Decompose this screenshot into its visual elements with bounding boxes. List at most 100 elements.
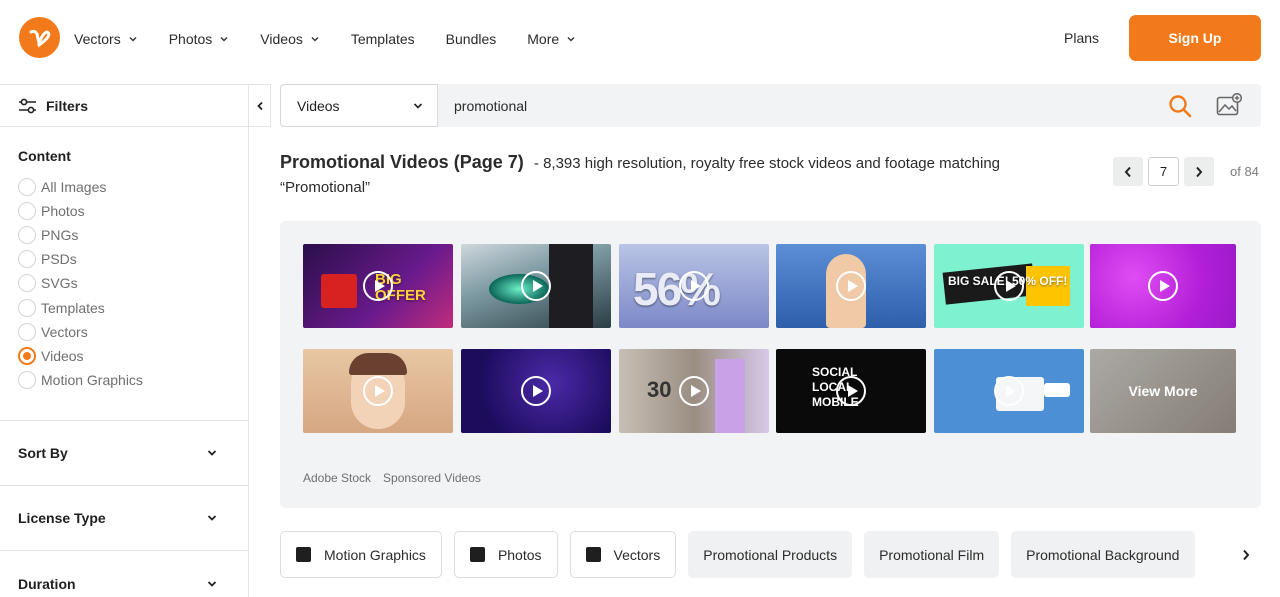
nav-templates[interactable]: Templates	[351, 31, 415, 47]
thumb-caption: 30	[647, 377, 672, 402]
filters-label: Filters	[46, 97, 89, 114]
main-nav: Vectors Photos Videos Templates Bundles …	[74, 0, 607, 77]
dress-image	[715, 359, 745, 433]
nav-vectors[interactable]: Vectors	[74, 31, 138, 47]
radio-button[interactable]	[18, 250, 36, 269]
search-type-select[interactable]: Videos	[280, 84, 438, 127]
chevron-down-icon	[413, 102, 423, 109]
sponsored-panel: BIG OFFER 56% BIG SALE! 50% OFF! 30 SOCI…	[280, 221, 1261, 508]
filters-header[interactable]: Filters	[0, 84, 248, 127]
chips-scroll-right-button[interactable]	[1232, 544, 1260, 566]
radio-photos[interactable]: Photos	[18, 199, 248, 223]
results-query: “Promotional”	[280, 179, 371, 196]
video-thumbnail[interactable]: BIG SALE! 50% OFF!	[934, 244, 1084, 328]
results-subtitle: - 8,393 high resolution, royalty free st…	[533, 155, 1001, 172]
chip-promotional-products[interactable]: Promotional Products	[688, 531, 853, 578]
license-type-label: License Type	[18, 510, 106, 526]
play-icon	[363, 376, 393, 406]
video-thumbnail[interactable]	[303, 349, 453, 433]
radio-button[interactable]	[18, 202, 36, 221]
radio-svgs[interactable]: SVGs	[18, 271, 248, 295]
radio-button[interactable]	[18, 274, 36, 293]
play-icon	[1148, 271, 1178, 301]
hair-image	[349, 353, 407, 375]
vecteezy-logo-icon[interactable]	[19, 17, 60, 58]
radio-button[interactable]	[18, 322, 36, 341]
source-label[interactable]: Adobe Stock	[303, 471, 371, 485]
chevron-down-icon	[129, 36, 137, 41]
content-filter-title: Content	[18, 148, 71, 164]
sort-by-label: Sort By	[18, 445, 68, 461]
search-type-value: Videos	[297, 97, 340, 114]
view-more-tile[interactable]: View More	[1090, 349, 1236, 433]
page-title: Promotional Videos (Page 7)	[280, 152, 524, 172]
sponsored-footer: Adobe Stock Sponsored Videos	[303, 471, 481, 485]
nav-videos[interactable]: Videos	[260, 31, 320, 47]
radio-pngs[interactable]: PNGs	[18, 223, 248, 247]
chevron-down-icon	[567, 36, 575, 41]
play-icon	[836, 376, 866, 406]
nav-photos[interactable]: Photos	[169, 31, 230, 47]
search-input[interactable]: promotional	[454, 98, 527, 114]
collapse-sidebar-button[interactable]	[249, 84, 271, 127]
video-thumbnail[interactable]	[461, 244, 611, 328]
video-thumbnail[interactable]	[1090, 244, 1236, 328]
video-thumbnail[interactable]: SOCIAL LOCAL MOBILE	[776, 349, 926, 433]
sponsored-label: Sponsored Videos	[383, 471, 481, 485]
chip-vectors[interactable]: Vectors	[569, 531, 677, 578]
play-icon	[679, 271, 709, 301]
video-thumbnail[interactable]	[776, 244, 926, 328]
chip-photos[interactable]: Photos	[453, 531, 558, 578]
radio-all-images[interactable]: All Images	[18, 175, 248, 199]
gift-image	[321, 274, 357, 308]
plans-link[interactable]: Plans	[1064, 30, 1099, 46]
video-thumbnail[interactable]	[934, 349, 1084, 433]
pagination: 7 of 84	[1113, 157, 1259, 186]
chevron-right-icon	[1196, 166, 1203, 177]
chip-promotional-film[interactable]: Promotional Film	[864, 531, 1000, 578]
results-heading: Promotional Videos (Page 7) - 8,393 high…	[280, 150, 1080, 200]
video-thumbnail[interactable]: 56%	[619, 244, 769, 328]
search-bar: Videos promotional	[280, 84, 1261, 127]
signup-button[interactable]: Sign Up	[1129, 15, 1261, 61]
radio-button[interactable]	[18, 226, 36, 245]
radio-button[interactable]	[18, 298, 36, 317]
play-icon	[836, 271, 866, 301]
nav-bundles[interactable]: Bundles	[446, 31, 497, 47]
chip-motion-graphics[interactable]: Motion Graphics	[280, 531, 442, 578]
play-icon	[363, 271, 393, 301]
duration-section[interactable]: Duration	[0, 550, 249, 597]
image-search-icon[interactable]	[1216, 93, 1242, 117]
video-thumbnail[interactable]: 30	[619, 349, 769, 433]
license-type-section[interactable]: License Type	[0, 485, 249, 550]
chevron-down-icon	[220, 36, 228, 41]
radio-button-checked[interactable]	[18, 346, 36, 365]
video-thumbnail[interactable]: BIG OFFER	[303, 244, 453, 328]
radio-motion-graphics[interactable]: Motion Graphics	[18, 368, 248, 392]
nav-more[interactable]: More	[527, 31, 576, 47]
chevron-down-icon	[207, 450, 217, 456]
filters-icon	[19, 98, 36, 113]
content-radio-list: All Images Photos PNGs PSDs SVGs Templat…	[18, 175, 248, 392]
chat-bubble-image	[1044, 383, 1070, 397]
chevron-down-icon	[207, 581, 217, 587]
radio-button[interactable]	[18, 178, 36, 197]
play-icon	[521, 271, 551, 301]
radio-templates[interactable]: Templates	[18, 295, 248, 319]
page-count: of 84	[1230, 164, 1259, 179]
play-icon	[994, 376, 1024, 406]
suit-image	[549, 244, 593, 328]
radio-videos[interactable]: Videos	[18, 344, 248, 368]
radio-button[interactable]	[18, 370, 36, 389]
next-page-button[interactable]	[1184, 157, 1214, 186]
view-more-link[interactable]: View More	[1129, 383, 1198, 399]
prev-page-button[interactable]	[1113, 157, 1143, 186]
search-icon[interactable]	[1168, 94, 1192, 118]
page-number-input[interactable]: 7	[1148, 157, 1179, 186]
video-thumbnail[interactable]	[461, 349, 611, 433]
chip-promotional-background[interactable]: Promotional Background	[1011, 531, 1196, 578]
sort-by-section[interactable]: Sort By	[0, 420, 249, 485]
radio-vectors[interactable]: Vectors	[18, 320, 248, 344]
play-icon	[679, 376, 709, 406]
radio-psds[interactable]: PSDs	[18, 247, 248, 271]
